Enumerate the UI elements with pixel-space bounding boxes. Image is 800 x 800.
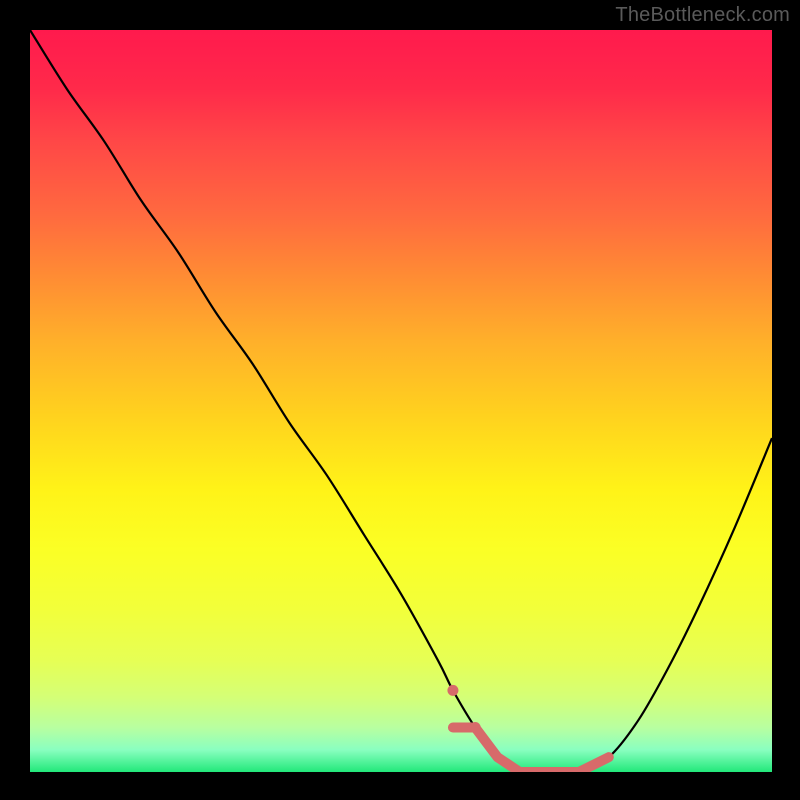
chart-plot-area [30,30,772,772]
bottleneck-curve [30,30,772,772]
data-marker [470,722,481,733]
data-marker [447,685,458,696]
chart-svg [30,30,772,772]
optimal-zone-highlight [453,727,609,772]
watermark-text: TheBottleneck.com [615,4,790,27]
